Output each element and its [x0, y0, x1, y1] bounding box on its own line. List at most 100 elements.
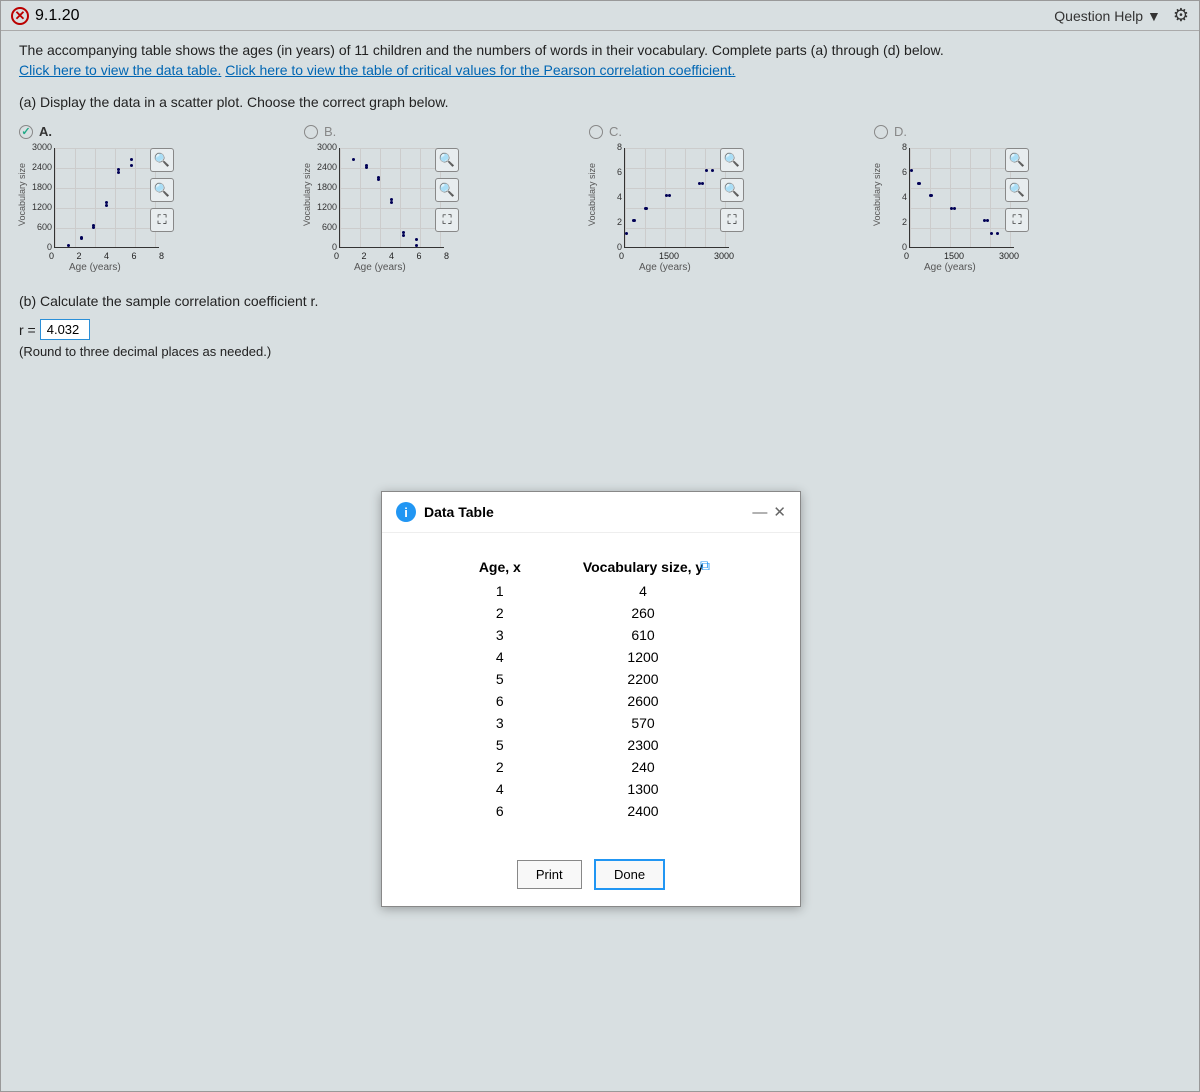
modal-footer: Print Done — [382, 843, 800, 906]
chart-a-plot — [54, 148, 159, 248]
table-row: 41200 — [449, 647, 733, 667]
option-b-label: B. — [304, 124, 569, 139]
radio-c[interactable] — [589, 125, 603, 139]
chart-c-controls: 🔍 🔍 ⛶ — [720, 148, 744, 232]
zoom-out-icon[interactable]: 🔍 — [720, 178, 744, 202]
table-row: 62400 — [449, 801, 733, 821]
gear-icon[interactable]: ⚙ — [1173, 5, 1189, 26]
option-a[interactable]: A. Vocabulary size 3000 2400 1800 1200 6… — [19, 124, 284, 273]
print-button[interactable]: Print — [517, 860, 582, 889]
chart-a-controls: 🔍 🔍 ⛶ — [150, 148, 174, 232]
round-note: (Round to three decimal places as needed… — [19, 344, 1181, 359]
intro-text: The accompanying table shows the ages (i… — [19, 41, 1181, 80]
option-c-text: C. — [609, 124, 622, 139]
chart-b-yticks: 3000 2400 1800 1200 600 0 — [312, 143, 337, 263]
chart-d-yticks: 8 6 4 2 0 — [882, 143, 907, 263]
minimize-icon: — — [752, 504, 767, 521]
chart-b-controls: 🔍 🔍 ⛶ — [435, 148, 459, 232]
table-row: 52300 — [449, 735, 733, 755]
option-c[interactable]: C. Vocabulary size 8 6 4 2 0 — [589, 124, 854, 273]
data-table-body: 14 2260 3610 41200 52200 62600 3570 5230… — [449, 581, 733, 821]
col-age: Age, x — [449, 555, 551, 579]
table-row: 2260 — [449, 603, 733, 623]
header-right: Question Help ▼ ⚙ — [1054, 5, 1189, 26]
r-value-input[interactable] — [40, 319, 90, 340]
chart-b-ylabel: Vocabulary size — [302, 163, 312, 226]
data-table-link[interactable]: Click here to view the data table. — [19, 62, 221, 78]
expand-icon[interactable]: ⛶ — [720, 208, 744, 232]
header-left: ✕ 9.1.20 — [11, 7, 79, 25]
radio-d[interactable] — [874, 125, 888, 139]
option-d-text: D. — [894, 124, 907, 139]
option-c-label: C. — [589, 124, 854, 139]
radio-b[interactable] — [304, 125, 318, 139]
table-row: 41300 — [449, 779, 733, 799]
zoom-in-icon[interactable]: 🔍 — [720, 148, 744, 172]
chart-b-plot — [339, 148, 444, 248]
chart-a-ylabel: Vocabulary size — [17, 163, 27, 226]
expand-icon[interactable]: ⛶ — [150, 208, 174, 232]
chart-a: Vocabulary size 3000 2400 1800 1200 600 … — [19, 143, 174, 273]
question-number: 9.1.20 — [35, 7, 79, 25]
chart-a-xlabel: Age (years) — [69, 262, 121, 273]
zoom-in-icon[interactable]: 🔍 — [435, 148, 459, 172]
chart-c: Vocabulary size 8 6 4 2 0 — [589, 143, 744, 273]
zoom-out-icon[interactable]: 🔍 — [435, 178, 459, 202]
close-icon: ✕ — [773, 503, 786, 521]
chart-d-ylabel: Vocabulary size — [872, 163, 882, 226]
critical-values-link[interactable]: Click here to view the table of critical… — [225, 62, 735, 78]
scatter-options-row: A. Vocabulary size 3000 2400 1800 1200 6… — [19, 124, 1181, 273]
question-help-dropdown[interactable]: Question Help ▼ — [1054, 8, 1161, 24]
expand-icon[interactable]: ⛶ — [435, 208, 459, 232]
done-button[interactable]: Done — [594, 859, 665, 890]
part-a-prompt: (a) Display the data in a scatter plot. … — [19, 94, 1181, 110]
r-input-row: r = — [19, 319, 1181, 340]
chart-c-xticks: 0 1500 3000 — [619, 251, 734, 261]
zoom-in-icon[interactable]: 🔍 — [150, 148, 174, 172]
modal-title: i Data Table — [396, 502, 494, 522]
chart-c-yticks: 8 6 4 2 0 — [597, 143, 622, 263]
info-icon: i — [396, 502, 416, 522]
table-row: 3570 — [449, 713, 733, 733]
intro-line1: The accompanying table shows the ages (i… — [19, 42, 944, 58]
table-row: 3610 — [449, 625, 733, 645]
chart-a-yticks: 3000 2400 1800 1200 600 0 — [27, 143, 52, 263]
content: The accompanying table shows the ages (i… — [1, 31, 1199, 369]
option-b-text: B. — [324, 124, 336, 139]
copy-icon[interactable]: ⧉ — [700, 557, 710, 574]
r-prefix: r = — [19, 322, 36, 338]
chart-d-plot — [909, 148, 1014, 248]
table-row: 14 — [449, 581, 733, 601]
chart-c-ylabel: Vocabulary size — [587, 163, 597, 226]
question-help-label: Question Help — [1054, 8, 1143, 24]
chart-b: Vocabulary size 3000 2400 1800 1200 600 … — [304, 143, 459, 273]
chart-d-xlabel: Age (years) — [924, 262, 976, 273]
data-table: Age, x Vocabulary size, y 14 2260 3610 4… — [447, 553, 735, 823]
option-a-label: A. — [19, 124, 284, 139]
chart-c-plot — [624, 148, 729, 248]
chart-b-xticks: 0 2 4 6 8 — [334, 251, 449, 261]
part-b-prompt: (b) Calculate the sample correlation coe… — [19, 293, 1181, 309]
modal-title-text: Data Table — [424, 504, 494, 520]
chart-d-controls: 🔍 🔍 ⛶ — [1005, 148, 1029, 232]
modal-close-button[interactable]: — ✕ — [752, 503, 786, 521]
incorrect-icon: ✕ — [11, 7, 29, 25]
expand-icon[interactable]: ⛶ — [1005, 208, 1029, 232]
zoom-out-icon[interactable]: 🔍 — [1005, 178, 1029, 202]
option-b[interactable]: B. Vocabulary size 3000 2400 1800 1200 6… — [304, 124, 569, 273]
chart-a-xticks: 0 2 4 6 8 — [49, 251, 164, 261]
option-a-text: A. — [39, 124, 52, 139]
question-panel: ✕ 9.1.20 Question Help ▼ ⚙ The accompany… — [0, 0, 1200, 1092]
radio-a-checked[interactable] — [19, 125, 33, 139]
table-row: 2240 — [449, 757, 733, 777]
modal-header: i Data Table — ✕ — [382, 492, 800, 533]
zoom-out-icon[interactable]: 🔍 — [150, 178, 174, 202]
header-bar: ✕ 9.1.20 Question Help ▼ ⚙ — [1, 1, 1199, 31]
zoom-in-icon[interactable]: 🔍 — [1005, 148, 1029, 172]
option-d[interactable]: D. Vocabulary size 8 6 4 2 0 — [874, 124, 1139, 273]
data-table-modal: i Data Table — ✕ ⧉ Age, x Vocabulary siz… — [381, 491, 801, 907]
chart-d: Vocabulary size 8 6 4 2 0 — [874, 143, 1029, 273]
option-d-label: D. — [874, 124, 1139, 139]
chart-d-xticks: 0 1500 3000 — [904, 251, 1019, 261]
chart-c-xlabel: Age (years) — [639, 262, 691, 273]
